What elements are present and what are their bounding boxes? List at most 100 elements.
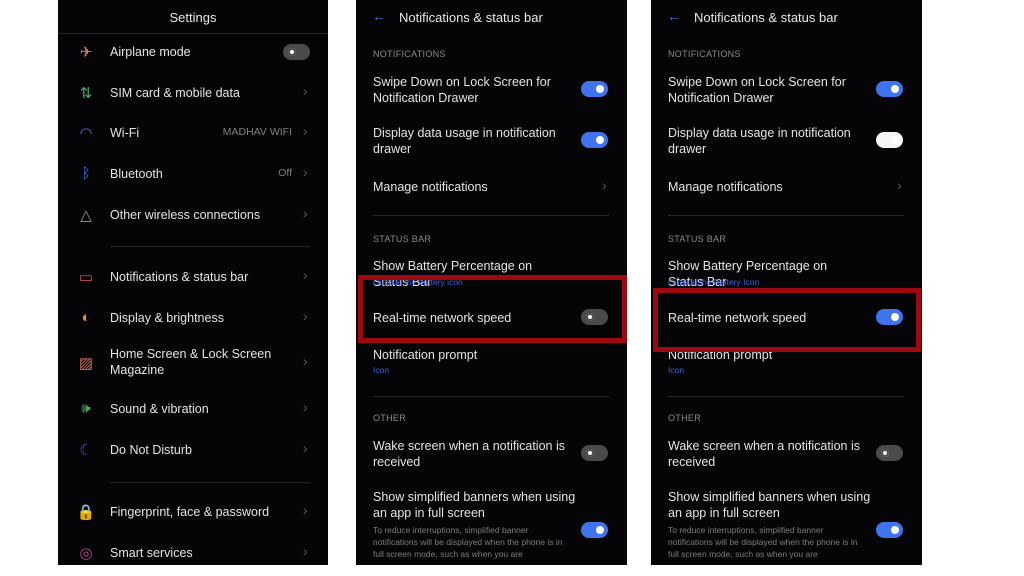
divider — [110, 482, 310, 483]
toggle-knob — [288, 48, 296, 56]
toggle-knob — [596, 136, 604, 144]
divider — [668, 396, 904, 397]
item-label: Notifications & status bar — [110, 270, 249, 284]
item-label: Other wireless connections — [110, 208, 261, 222]
settings-item-airplane-mode[interactable]: ✈ Airplane mode — [58, 34, 328, 70]
setting-label: Swipe Down on Lock Screen for Notificati… — [668, 75, 846, 105]
chevron-right-icon: › — [303, 164, 308, 180]
smart-services-icon: ◎ — [79, 545, 93, 562]
page-title: Notifications & status bar — [694, 10, 838, 25]
item-label: Do Not Disturb — [110, 443, 192, 457]
page-title: Settings — [169, 10, 217, 25]
settings-item-notifications-status-bar[interactable]: ▭ Notifications & status bar › — [58, 259, 328, 295]
setting-label: Notification prompt — [373, 348, 478, 362]
item-label: Bluetooth — [110, 167, 163, 181]
bluetooth-icon: ᛒ — [81, 165, 91, 182]
item-label: Airplane mode — [110, 45, 191, 59]
notification-icon: ▭ — [78, 269, 94, 286]
mobile-data-icon: ⇅ — [79, 85, 93, 102]
lock-icon: 🔒 — [76, 504, 96, 521]
highlight-box — [358, 275, 627, 343]
toggle-switch[interactable] — [581, 445, 608, 461]
chevron-right-icon: › — [303, 399, 308, 415]
toggle-switch[interactable] — [581, 132, 608, 148]
section-header-status-bar: STATUS BAR — [668, 234, 727, 244]
toggle-knob — [891, 526, 899, 534]
chevron-right-icon: › — [897, 177, 902, 193]
setting-description: To reduce interruptions, simplified bann… — [373, 525, 563, 559]
settings-item-smart-services[interactable]: ◎ Smart services › — [58, 535, 328, 565]
chevron-right-icon: › — [303, 123, 308, 139]
settings-item-sim-card-mobile-data[interactable]: ⇅ SIM card & mobile data › — [58, 75, 328, 111]
divider — [373, 215, 609, 216]
airplane-icon: ✈ — [79, 44, 93, 61]
speaker-icon: 🕪 — [81, 400, 91, 417]
settings-screen: Settings ✈ Airplane mode ⇅ SIM card & mobil… — [58, 0, 328, 565]
wireless-connections-icon: △ — [80, 207, 92, 224]
chevron-right-icon: › — [303, 353, 308, 369]
setting-description: To reduce interruptions, simplified bann… — [668, 525, 858, 559]
toggle-switch[interactable] — [876, 445, 903, 461]
setting-subtitle: Outside the Battery Icon — [668, 277, 760, 287]
toggle-switch[interactable] — [283, 44, 310, 60]
toggle-switch[interactable] — [581, 81, 608, 97]
settings-item-do-not-disturb[interactable]: ☾ Do Not Disturb › — [58, 432, 328, 468]
chevron-right-icon: › — [303, 308, 308, 324]
setting-label: Show simplified banners when using an ap… — [668, 490, 871, 520]
section-header-other: OTHER — [668, 413, 701, 423]
back-arrow-icon[interactable]: ← — [372, 8, 386, 24]
toggle-knob — [596, 85, 604, 93]
settings-item-wi-fi[interactable]: ◠ Wi-Fi MADHAV WIFI › — [58, 115, 328, 151]
chevron-right-icon: › — [303, 440, 308, 456]
setting-label: Manage notifications — [668, 180, 783, 194]
setting-subtitle: Icon — [668, 365, 685, 375]
settings-item-fingerprint-face-password[interactable]: 🔒 Fingerprint, face & password › — [58, 494, 328, 530]
wallpaper-icon: ▨ — [78, 355, 94, 372]
item-label: Sound & vibration — [110, 402, 209, 416]
settings-item-sound-vibration[interactable]: 🕪 Sound & vibration › — [58, 391, 328, 427]
item-label: Home Screen & Lock Screen Magazine — [110, 347, 272, 377]
chevron-right-icon: › — [602, 177, 607, 193]
item-label: Display & brightness — [110, 311, 224, 325]
setting-label: Show simplified banners when using an ap… — [373, 490, 576, 520]
display-brightness-icon: ◐ — [81, 309, 91, 326]
chevron-right-icon: › — [303, 205, 308, 221]
setting-label: Display data usage in notification drawe… — [668, 126, 851, 156]
setting-label: Manage notifications — [373, 180, 488, 194]
setting-label: Display data usage in notification drawe… — [373, 126, 556, 156]
chevron-right-icon: › — [303, 267, 308, 283]
divider — [668, 215, 904, 216]
toggle-knob — [586, 449, 594, 457]
toggle-switch[interactable] — [876, 81, 903, 97]
item-label: Fingerprint, face & password — [110, 505, 270, 519]
page-title: Notifications & status bar — [399, 10, 543, 25]
chevron-right-icon: › — [303, 83, 308, 99]
notifications-screen-after: ← Notifications & status bar NOTIFICATIONS… — [651, 0, 922, 565]
section-header-notifications: NOTIFICATIONS — [373, 49, 446, 59]
item-label: SIM card & mobile data — [110, 86, 240, 100]
toggle-knob — [881, 449, 889, 457]
chevron-right-icon: › — [303, 502, 308, 518]
highlight-box — [653, 288, 921, 352]
wifi-icon: ◠ — [79, 125, 93, 142]
section-header-notifications: NOTIFICATIONS — [668, 49, 741, 59]
toggle-knob — [891, 85, 899, 93]
toggle-switch[interactable] — [876, 132, 903, 148]
item-label: Smart services — [110, 546, 193, 560]
toggle-knob — [891, 136, 899, 144]
setting-subtitle: Icon — [373, 365, 390, 375]
section-header-other: OTHER — [373, 413, 406, 423]
settings-item-bluetooth[interactable]: ᛒ Bluetooth Off › — [58, 156, 328, 192]
moon-icon: ☾ — [79, 442, 93, 459]
toggle-switch[interactable] — [581, 522, 608, 538]
settings-item-other-wireless-connections[interactable]: △ Other wireless connections › — [58, 197, 328, 233]
back-arrow-icon[interactable]: ← — [667, 8, 681, 24]
settings-item-home-screen-lock-screen-magazine[interactable]: ▨ Home Screen & Lock Screen Magazine › — [58, 345, 328, 381]
chevron-right-icon: › — [303, 543, 308, 559]
toggle-switch[interactable] — [876, 522, 903, 538]
item-value: MADHAV WIFI — [222, 126, 292, 138]
divider — [110, 246, 310, 247]
item-value: Off — [278, 167, 292, 179]
setting-label: Wake screen when a notification is recei… — [668, 439, 860, 469]
settings-item-display-brightness[interactable]: ◐ Display & brightness › — [58, 300, 328, 336]
